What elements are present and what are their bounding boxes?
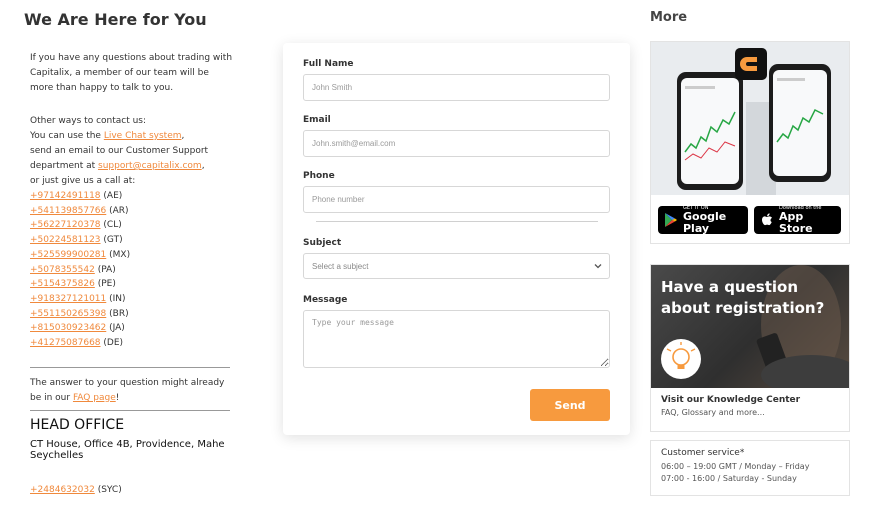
email-line: send an email to our Customer Support [30,146,209,156]
phone-item: +815030923462 (JA) [30,323,125,334]
live-chat-link[interactable]: Live Chat system [104,131,182,141]
phone-link[interactable]: +5078355542 [30,265,95,275]
phone-link[interactable]: +5154375826 [30,279,95,289]
phone-link[interactable]: +41275087668 [30,338,101,348]
email-label: Email [303,115,331,125]
phone-link[interactable]: +551150265398 [30,309,106,319]
send-button[interactable]: Send [530,389,610,421]
contact-info-column: We Are Here for You If you have any ques… [24,10,234,495]
google-play-button[interactable]: GET IT ON Google Play [658,205,748,235]
phone-link[interactable]: +541139857766 [30,206,106,216]
lightbulb-icon [666,342,696,369]
more-title: More [650,10,688,25]
phone-item: +5078355542 (PA) [30,264,116,275]
call-line: or just give us a call at: [30,176,136,186]
full-name-label: Full Name [303,59,354,69]
phone-item: +918327121011 (IN) [30,293,126,304]
phone-item: +525599900281 (MX) [30,249,131,260]
knowledge-center-question: Have a question about registration? [661,278,825,317]
google-play-icon [665,213,677,227]
message-textarea[interactable] [303,310,610,368]
knowledge-center-image: Have a question about registration? [651,265,849,388]
more-column: More GET IT ON Google Play Download on t… [650,10,850,496]
customer-service-card: Customer service* 06:00 – 19:00 GMT / Mo… [650,440,850,496]
customer-service-hours-weekday: 06:00 – 19:00 GMT / Monday – Friday [661,462,810,471]
phone-item: +551150265398 (BR) [30,308,129,319]
support-email-link[interactable]: support@capitalix.com [98,161,202,171]
faq-text: The answer to your question might alread… [30,377,225,403]
live-chat-line: You can use the Live Chat system, [30,131,185,141]
apple-icon [762,213,772,226]
divider [30,409,230,411]
app-store-button[interactable]: Download on the App Store [754,205,841,235]
subject-label: Subject [303,238,342,248]
email-input[interactable] [303,130,610,157]
office-phone-line: +2484632032 (SYC) [30,484,122,495]
divider [30,366,230,368]
phone-list: +97142491118 (AE) +541139857766 (AR) +56… [30,189,234,351]
phone-label: Phone [303,171,335,181]
knowledge-center-title: Visit our Knowledge Center [661,395,801,405]
phone-item: +41275087668 (DE) [30,338,124,349]
office-address: CT House, Office 4B, Providence, Mahe Se… [30,438,225,461]
phones-illustration [651,42,849,195]
app-promo-card: GET IT ON Google Play Download on the Ap… [650,41,850,244]
other-ways-text: Other ways to contact us: [30,116,147,126]
phone-link[interactable]: +525599900281 [30,250,106,260]
app-phones-image [651,42,849,195]
knowledge-center-card[interactable]: Have a question about registration? Visi… [650,264,850,432]
form-separator [315,221,598,222]
office-phone-link[interactable]: +2484632032 [30,485,95,495]
phone-item: +50224581123 (GT) [30,235,123,246]
phone-input[interactable] [303,186,610,213]
knowledge-center-badge [661,339,701,379]
intro-text: If you have any questions about trading … [30,53,233,93]
phone-item: +5154375826 (PE) [30,279,116,290]
phone-item: +56227120378 (CL) [30,220,122,231]
subject-select[interactable]: Select a subject [303,253,610,279]
phone-item: +97142491118 (AE) [30,191,123,201]
faq-link[interactable]: FAQ page [73,393,116,403]
phone-link[interactable]: +918327121011 [30,294,106,304]
message-label: Message [303,295,348,305]
phone-link[interactable]: +97142491118 [30,191,101,201]
customer-service-title: Customer service* [661,448,745,458]
phone-link[interactable]: +56227120378 [30,220,101,230]
head-office-title: HEAD OFFICE [30,416,125,433]
phone-link[interactable]: +50224581123 [30,235,101,245]
chevron-down-icon [594,264,602,269]
phone-link[interactable]: +815030923462 [30,323,106,333]
customer-service-hours-weekend: 07:00 - 16:00 / Saturday - Sunday [661,474,797,483]
subject-select-value: Select a subject [312,262,369,271]
knowledge-center-subtitle: FAQ, Glossary and more... [661,408,765,417]
email-line-2: department at support@capitalix.com, [30,161,205,171]
page-title: We Are Here for You [24,10,207,29]
contact-form-card: Full Name Email Phone Subject Select a s… [283,43,630,435]
full-name-input[interactable] [303,74,610,101]
phone-item: +541139857766 (AR) [30,205,129,216]
